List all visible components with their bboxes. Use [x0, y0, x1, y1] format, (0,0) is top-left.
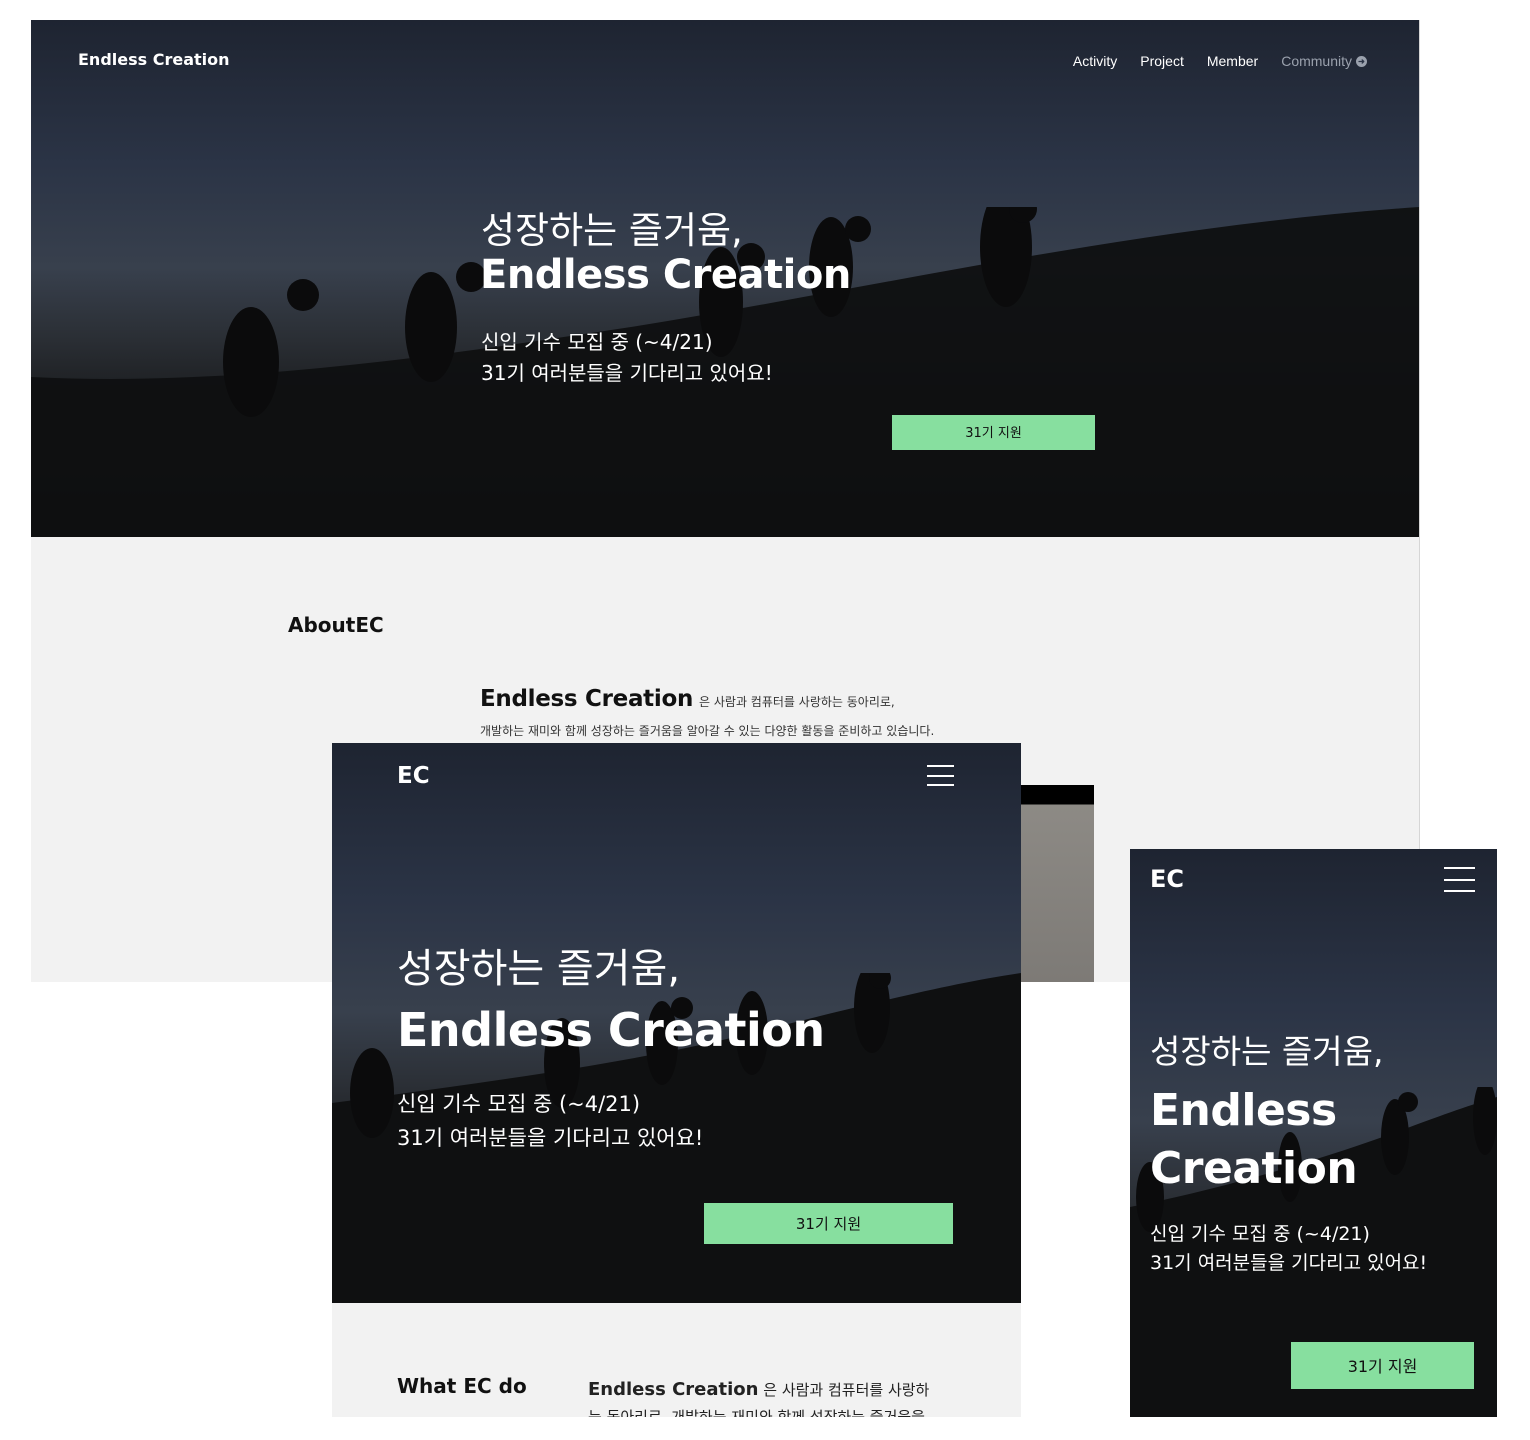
about-title: AboutEC [288, 613, 384, 637]
menu-icon[interactable] [1444, 867, 1475, 892]
nav-community[interactable]: Community ➜ [1281, 53, 1367, 69]
hero-title: Endless Creation [1150, 1085, 1358, 1194]
what-ec-do-title: What EC do [397, 1374, 527, 1398]
mobile-screen: EC 성장하는 즐거움, Endless Creation 신입 기수 모집 중… [1130, 849, 1497, 1417]
tablet-screen: EC 성장하는 즐거움, Endless Creation 신입 기수 모집 중… [332, 743, 1021, 1417]
hero-headline: 성장하는 즐거움, [1150, 1032, 1384, 1071]
hero-subtitle: 신입 기수 모집 중 (~4/21) 31기 여러분들을 기다리고 있어요! [1150, 1220, 1427, 1278]
hero-section: EC 성장하는 즐거움, Endless Creation 신입 기수 모집 중… [332, 743, 1021, 1303]
hero-recruit-line: 신입 기수 모집 중 (~4/21) [481, 330, 713, 354]
hero-headline: 성장하는 즐거움, [397, 946, 681, 992]
about-description: 개발하는 재미와 함께 성장하는 즐거움을 알아갈 수 있는 다양한 활동을 준… [480, 724, 935, 738]
what-ec-do-description: Endless Creation 은 사람과 컴퓨터를 사랑하 는 동아리로, … [588, 1376, 968, 1417]
main-nav: Activity Project Member Community ➜ [1073, 53, 1367, 69]
menu-icon[interactable] [927, 765, 954, 786]
what-desc-line2: 는 동아리로, 개발하는 재미와 함께 성장하는 즐거움을 [588, 1408, 925, 1417]
hero-recruit-line: 신입 기수 모집 중 (~4/21) [397, 1092, 641, 1116]
hero-subtitle: 신입 기수 모집 중 (~4/21) 31기 여러분들을 기다리고 있어요! [397, 1087, 703, 1155]
external-link-icon: ➜ [1356, 55, 1367, 67]
apply-button[interactable]: 31기 지원 [1291, 1342, 1474, 1389]
site-logo[interactable]: EC [397, 763, 430, 789]
hero-welcome-line: 31기 여러분들을 기다리고 있어요! [481, 361, 773, 385]
nav-activity[interactable]: Activity [1073, 53, 1117, 69]
hero-title: Endless Creation [397, 1003, 825, 1057]
what-brand: Endless Creation [588, 1379, 759, 1400]
about-image [1018, 785, 1094, 982]
apply-button[interactable]: 31기 지원 [892, 415, 1095, 450]
site-logo[interactable]: Endless Creation [78, 50, 230, 69]
about-intro: Endless Creation 은 사람과 컴퓨터를 사랑하는 동아리로, [480, 686, 895, 712]
hero-welcome-line: 31기 여러분들을 기다리고 있어요! [1150, 1252, 1428, 1274]
nav-project[interactable]: Project [1140, 53, 1184, 69]
apply-button[interactable]: 31기 지원 [704, 1203, 953, 1244]
hero-title: Endless Creation [480, 252, 851, 298]
nav-community-label: Community [1281, 53, 1352, 69]
hero-recruit-line: 신입 기수 모집 중 (~4/21) [1150, 1223, 1370, 1245]
hero-section: EC 성장하는 즐거움, Endless Creation 신입 기수 모집 중… [1130, 849, 1497, 1417]
about-brand: Endless Creation [480, 686, 694, 712]
about-intro-text: 은 사람과 컴퓨터를 사랑하는 동아리로, [699, 695, 895, 709]
hero-section: Endless Creation Activity Project Member… [31, 20, 1419, 537]
what-desc-text: 은 사람과 컴퓨터를 사랑하 [763, 1381, 930, 1399]
hero-welcome-line: 31기 여러분들을 기다리고 있어요! [397, 1126, 704, 1150]
hero-subtitle: 신입 기수 모집 중 (~4/21) 31기 여러분들을 기다리고 있어요! [481, 327, 773, 389]
nav-member[interactable]: Member [1207, 53, 1258, 69]
site-logo[interactable]: EC [1150, 865, 1184, 893]
hero-headline: 성장하는 즐거움, [481, 209, 743, 252]
